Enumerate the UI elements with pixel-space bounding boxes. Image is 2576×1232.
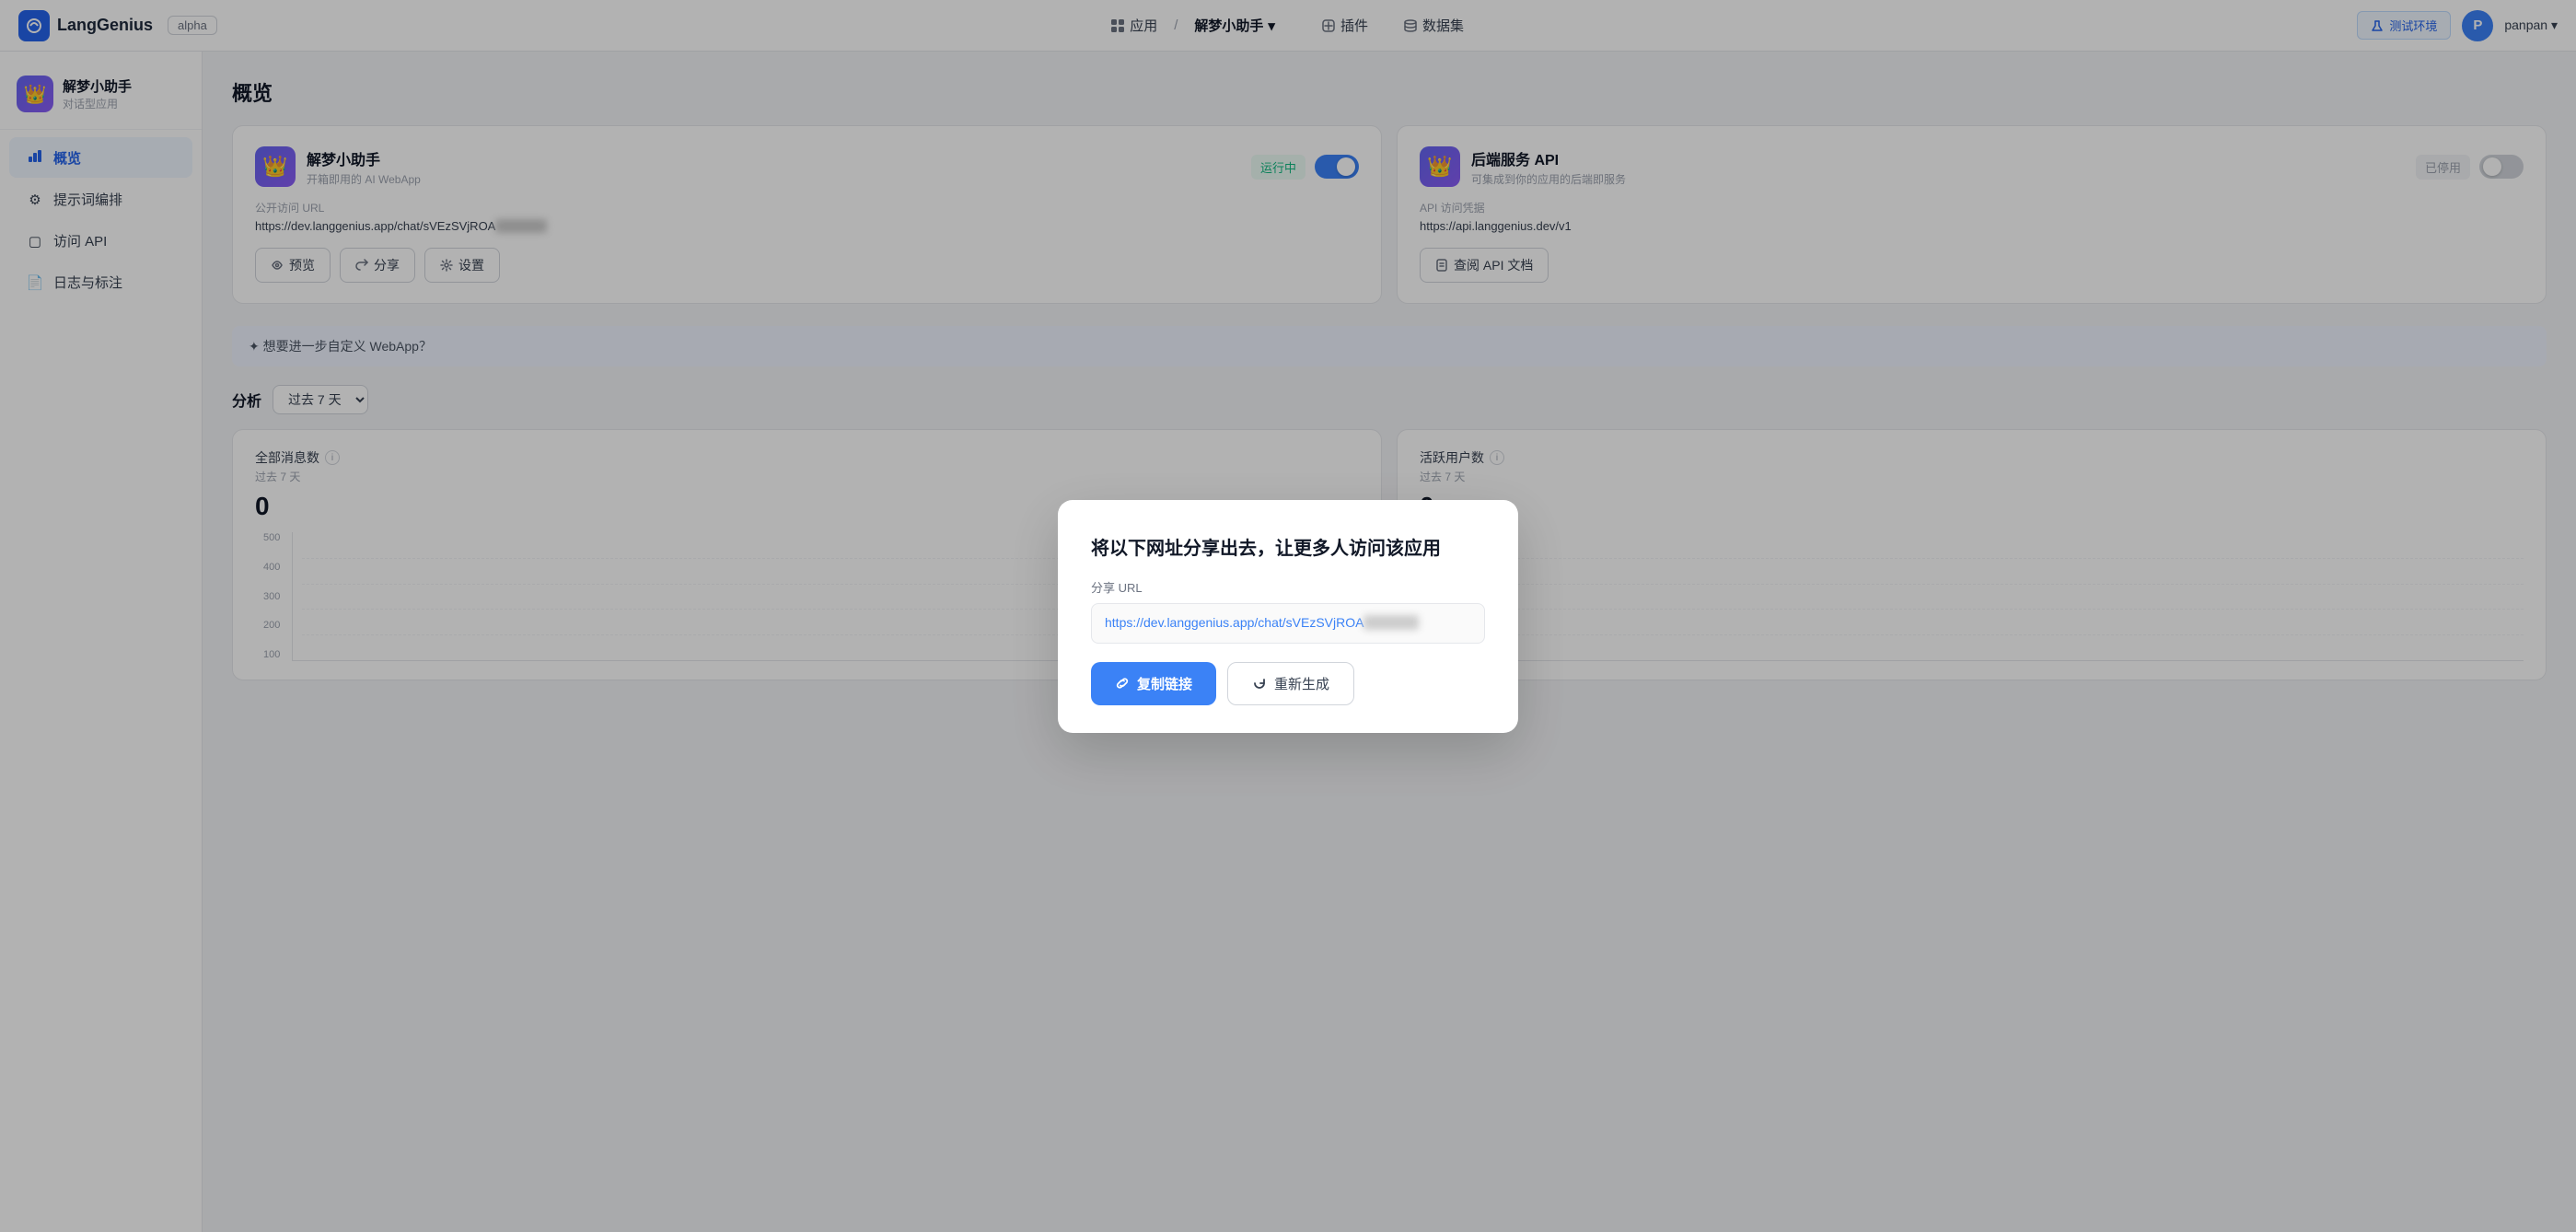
regenerate-button[interactable]: 重新生成 <box>1227 662 1354 705</box>
copy-link-button[interactable]: 复制链接 <box>1091 662 1216 705</box>
modal-title: 将以下网址分享出去，让更多人访问该应用 <box>1091 533 1485 560</box>
modal-url-label: 分享 URL <box>1091 578 1485 596</box>
modal-overlay[interactable]: 将以下网址分享出去，让更多人访问该应用 分享 URL https://dev.l… <box>0 0 2576 1232</box>
modal-actions: 复制链接 重新生成 <box>1091 662 1485 705</box>
modal-url-box: https://dev.langgenius.app/chat/sVEzSVjR… <box>1091 603 1485 644</box>
modal-url-link[interactable]: https://dev.langgenius.app/chat/sVEzSVjR… <box>1105 615 1419 630</box>
share-modal: 将以下网址分享出去，让更多人访问该应用 分享 URL https://dev.l… <box>1058 500 1518 733</box>
